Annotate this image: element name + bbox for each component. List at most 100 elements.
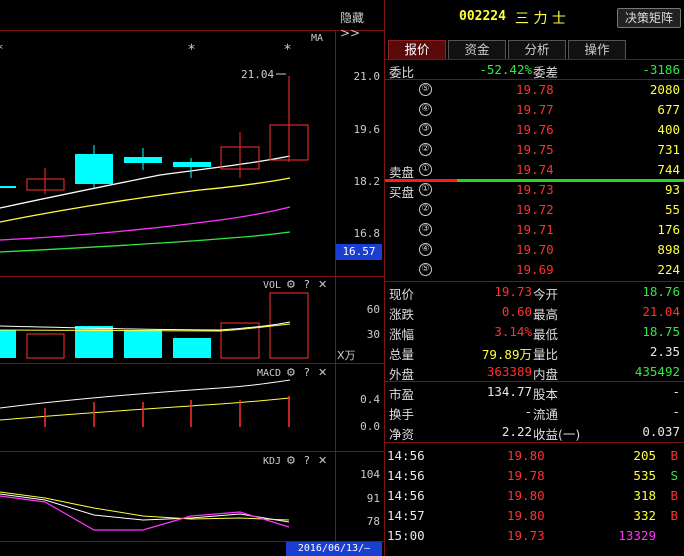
tick-volume: 318 bbox=[633, 488, 656, 503]
fund-row-turnover: 换手 - 流通 - bbox=[385, 402, 684, 422]
buy-volume: 93 bbox=[664, 182, 680, 197]
quote-label: 最高 bbox=[533, 307, 559, 322]
quote-value: 0.60 bbox=[501, 304, 532, 319]
buy-price: 19.69 bbox=[516, 262, 554, 277]
vol-axis-label: 60 bbox=[366, 303, 380, 316]
buy-row-3[interactable]: ③ 19.71 176 bbox=[385, 220, 684, 240]
kdj-axis-label: 78 bbox=[366, 515, 380, 528]
ma5-line bbox=[0, 155, 291, 209]
ma20-line bbox=[0, 206, 291, 241]
star-marker: * bbox=[188, 42, 195, 58]
tick-volume: 13329 bbox=[618, 528, 656, 543]
level-index: ② bbox=[419, 203, 432, 216]
quote-value: 3.14% bbox=[494, 324, 532, 339]
hide-button[interactable]: 隐藏>> bbox=[340, 9, 384, 40]
level-index: ② bbox=[419, 143, 432, 156]
quote-row-change: 涨跌 0.60 最高 21.04 bbox=[385, 302, 684, 322]
sell-row-4[interactable]: ④ 19.77 677 bbox=[385, 100, 684, 120]
sell-row-5[interactable]: ⑤ 19.78 2080 bbox=[385, 80, 684, 100]
quote-label: 量比 bbox=[533, 347, 559, 362]
candle-up bbox=[0, 186, 16, 188]
quote-value: 19.73 bbox=[494, 284, 532, 299]
buy-row-1[interactable]: 买盘 ① 19.73 93 bbox=[385, 180, 684, 200]
vol-bar bbox=[173, 338, 211, 358]
tick-side: B bbox=[670, 488, 678, 503]
fund-row-nav: 净资 2.22 收益(一) 0.037 bbox=[385, 422, 684, 442]
tick-time: 14:56 bbox=[387, 468, 425, 483]
level-index: ④ bbox=[419, 103, 432, 116]
fund-label: 净资 bbox=[389, 427, 415, 442]
quote-row-volume: 总量 79.89万 量比 2.35 bbox=[385, 342, 684, 362]
tick-time: 14:56 bbox=[387, 448, 425, 463]
quote-value: 435492 bbox=[634, 364, 680, 379]
quote-label: 今开 bbox=[533, 287, 559, 302]
fund-label: 收益(一) bbox=[533, 427, 581, 442]
price-axis-label: 19.6 bbox=[353, 123, 381, 136]
kline-chart-area[interactable]: 隐藏>> MA 21.0 19.6 18.2 16.8 16.57 VOL ⚙ … bbox=[0, 0, 384, 556]
price-axis-label: 21.0 bbox=[353, 70, 381, 83]
stock-code: 002224 bbox=[459, 9, 506, 24]
kdj-j-line bbox=[0, 495, 290, 531]
price-axis-label: 18.2 bbox=[353, 175, 381, 188]
buy-row-2[interactable]: ② 19.72 55 bbox=[385, 200, 684, 220]
price-axis-label: 16.8 bbox=[353, 227, 381, 240]
stock-name: 三 力 士 bbox=[515, 11, 566, 27]
buy-volume: 176 bbox=[657, 222, 680, 237]
buy-price: 19.71 bbox=[516, 222, 554, 237]
buy-volume: 224 bbox=[657, 262, 680, 277]
tab-funds[interactable]: 资金 bbox=[448, 40, 506, 59]
tab-quote[interactable]: 报价 bbox=[388, 40, 446, 59]
dea-line bbox=[0, 397, 291, 421]
ratio-value: -52.42% bbox=[479, 62, 532, 77]
buy-price: 19.70 bbox=[516, 242, 554, 257]
buy-volume: 898 bbox=[657, 242, 680, 257]
candle-down bbox=[75, 154, 113, 184]
quote-label: 现价 bbox=[389, 287, 415, 302]
buy-row-5[interactable]: ⑤ 19.69 224 bbox=[385, 260, 684, 280]
current-price-marker: 16.57 bbox=[336, 244, 382, 260]
sell-volume: 731 bbox=[657, 142, 680, 157]
macd-axis-label: 0.4 bbox=[360, 393, 380, 406]
diff-value: -3186 bbox=[642, 62, 680, 77]
buy-volume: 55 bbox=[664, 202, 680, 217]
star-marker: * bbox=[284, 42, 291, 58]
kdj-axis-label: 91 bbox=[366, 492, 380, 505]
tick-row: 14:57 19.80 332 B bbox=[385, 506, 684, 526]
vol-bar bbox=[0, 330, 16, 358]
fund-label: 股本 bbox=[533, 387, 559, 402]
quote-panel: 002224 三 力 士 决策矩阵 报价 资金 分析 操作 委比 -52.42%… bbox=[385, 0, 684, 556]
decision-matrix-button[interactable]: 决策矩阵 bbox=[617, 8, 681, 28]
fund-value: 0.037 bbox=[642, 424, 680, 439]
buy-price: 19.72 bbox=[516, 202, 554, 217]
level-index: ① bbox=[419, 163, 432, 176]
tick-side: S bbox=[670, 468, 678, 483]
ma60-line bbox=[0, 231, 291, 253]
level-index: ④ bbox=[419, 243, 432, 256]
dif-line bbox=[0, 379, 291, 409]
tab-analysis[interactable]: 分析 bbox=[508, 40, 566, 59]
fund-value: 134.77 bbox=[486, 384, 532, 399]
buy-price: 19.73 bbox=[516, 182, 554, 197]
buy-row-4[interactable]: ④ 19.70 898 bbox=[385, 240, 684, 260]
sell-volume: 400 bbox=[657, 122, 680, 137]
tab-operation[interactable]: 操作 bbox=[568, 40, 626, 59]
quote-row-pct: 涨幅 3.14% 最低 18.75 bbox=[385, 322, 684, 342]
tick-row: 14:56 19.78 535 S bbox=[385, 466, 684, 486]
tick-volume: 332 bbox=[633, 508, 656, 523]
sell-price: 19.78 bbox=[516, 82, 554, 97]
kdj-d-line bbox=[0, 491, 290, 521]
tick-side: B bbox=[670, 448, 678, 463]
quote-label: 涨跌 bbox=[389, 307, 415, 322]
sell-price: 19.75 bbox=[516, 142, 554, 157]
tick-row: 14:56 19.80 318 B bbox=[385, 486, 684, 506]
sell-volume: 677 bbox=[657, 102, 680, 117]
star-marker: * bbox=[0, 42, 3, 58]
level-index: ③ bbox=[419, 223, 432, 236]
chart-graphics: * * * 21.04 bbox=[0, 42, 309, 531]
candle-down bbox=[173, 162, 211, 167]
sell-row-3[interactable]: ③ 19.76 400 bbox=[385, 120, 684, 140]
sell-row-1[interactable]: 卖盘 ① 19.74 744 bbox=[385, 160, 684, 180]
kdj-axis-label: 104 bbox=[360, 468, 380, 481]
tick-time: 14:56 bbox=[387, 488, 425, 503]
sell-row-2[interactable]: ② 19.75 731 bbox=[385, 140, 684, 160]
